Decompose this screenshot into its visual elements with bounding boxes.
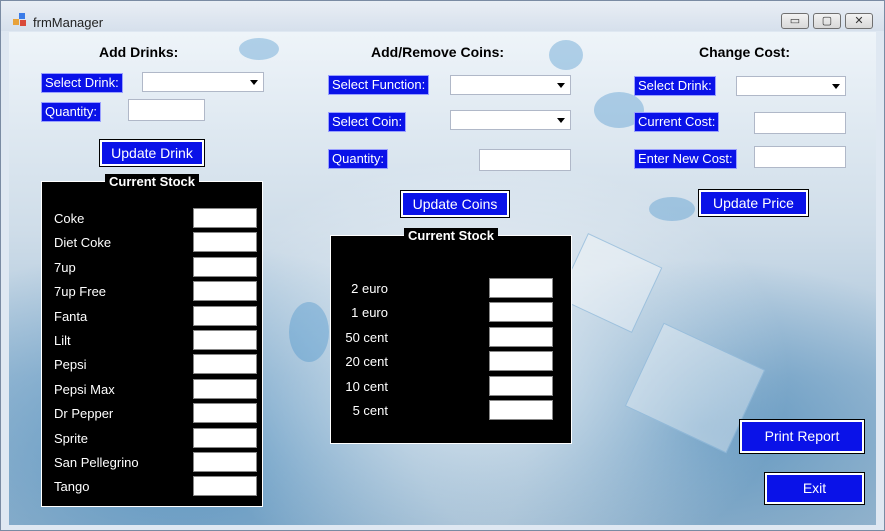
minimize-button[interactable]: ▭ (781, 13, 809, 29)
update-drink-button[interactable]: Update Drink (99, 139, 205, 167)
stock-quantity-field[interactable] (193, 232, 257, 253)
title-bar: frmManager ▭ ▢ ✕ (1, 1, 884, 31)
stock-item-label: San Pellegrino (54, 455, 139, 470)
stock-quantity-field[interactable] (193, 403, 257, 424)
add-drinks-heading: Add Drinks: (99, 44, 179, 60)
coin-quantity-input[interactable] (479, 149, 571, 171)
stock-item-label: 7up Free (54, 284, 107, 300)
stock-item-label: 10 cent (345, 378, 388, 394)
stock-item-label: Coke (54, 211, 85, 226)
stock-quantity-field[interactable] (489, 302, 553, 323)
stock-quantity-field[interactable] (489, 326, 553, 347)
stock-quantity-field[interactable] (193, 476, 257, 497)
stock-item-label: Sprite (54, 430, 88, 446)
drink-quantity-label: Quantity: (41, 102, 102, 122)
stock-item-label: Fanta (54, 308, 88, 324)
minimize-icon: ▭ (789, 15, 801, 27)
chevron-down-icon (557, 83, 565, 88)
stock-item-label: Lilt (54, 333, 71, 348)
update-price-button[interactable]: Update Price (698, 189, 809, 217)
bubble-decoration (289, 302, 329, 362)
window-title: frmManager (33, 15, 104, 30)
cost-select-drink-label: Select Drink: (634, 76, 716, 96)
print-report-button[interactable]: Print Report (739, 419, 865, 454)
stock-item-label: 20 cent (345, 354, 388, 370)
select-coin-label: Select Coin: (328, 112, 407, 132)
coin-quantity-label: Quantity: (328, 149, 389, 169)
stock-quantity-field[interactable] (193, 208, 257, 228)
stock-item-label: Pepsi Max (54, 381, 115, 397)
new-cost-label: Enter New Cost: (634, 149, 737, 169)
stock-quantity-field[interactable] (489, 400, 553, 420)
close-button[interactable]: ✕ (845, 13, 873, 29)
stock-quantity-field[interactable] (193, 330, 257, 350)
app-window: frmManager ▭ ▢ ✕ Add Drinks: Select Drin… (0, 0, 885, 531)
add-drink-select[interactable] (142, 72, 264, 92)
stock-item-label: Tango (54, 479, 90, 495)
stock-quantity-field[interactable] (193, 305, 257, 326)
select-function-label: Select Function: (328, 75, 430, 95)
stock-quantity-field[interactable] (193, 354, 257, 375)
close-icon: ✕ (854, 15, 864, 27)
stock-item-label: 5 cent (352, 403, 388, 418)
stock-item-label: Pepsi (54, 357, 87, 373)
coin-select[interactable] (450, 110, 571, 130)
cost-drink-select[interactable] (736, 76, 846, 96)
coin-stock-panel: Current Stock 2 euro 1 euro 50 cent 20 cent… (330, 228, 572, 444)
bubble-decoration (549, 40, 583, 70)
chevron-down-icon (250, 80, 258, 85)
coins-heading: Add/Remove Coins: (371, 44, 505, 60)
coin-stock-title: Current Stock (404, 228, 498, 243)
drink-stock-title: Current Stock (105, 174, 199, 189)
stock-quantity-field[interactable] (489, 351, 553, 372)
stock-item-label: Dr Pepper (54, 406, 114, 422)
app-icon (13, 13, 26, 26)
stock-item-label: 1 euro (351, 305, 388, 321)
form-client-area: Add Drinks: Select Drink: Quantity: Upda… (9, 32, 876, 525)
bubble-decoration (649, 197, 695, 221)
drink-stock-panel: Current Stock Coke Diet Coke 7up 7up Free Fa… (41, 174, 263, 507)
select-drink-label: Select Drink: (41, 73, 123, 93)
stock-quantity-field[interactable] (193, 452, 257, 472)
current-cost-field[interactable] (754, 112, 846, 134)
stock-quantity-field[interactable] (193, 281, 257, 302)
maximize-icon: ▢ (821, 15, 833, 27)
maximize-button[interactable]: ▢ (813, 13, 841, 29)
stock-item-label: 2 euro (351, 281, 388, 296)
change-cost-heading: Change Cost: (699, 44, 790, 60)
stock-quantity-field[interactable] (489, 375, 553, 396)
chevron-down-icon (557, 118, 565, 123)
coin-function-select[interactable] (450, 75, 571, 95)
stock-quantity-field[interactable] (193, 256, 257, 277)
stock-item-label: 7up (54, 259, 76, 275)
drink-quantity-input[interactable] (128, 99, 205, 121)
bubble-decoration (239, 38, 279, 60)
stock-quantity-field[interactable] (193, 427, 257, 448)
chevron-down-icon (832, 84, 840, 89)
stock-item-label: 50 cent (345, 329, 388, 345)
exit-button[interactable]: Exit (764, 472, 865, 505)
stock-item-label: Diet Coke (54, 235, 112, 251)
current-cost-label: Current Cost: (634, 112, 720, 132)
stock-quantity-field[interactable] (489, 278, 553, 298)
stock-quantity-field[interactable] (193, 378, 257, 399)
ice-cube-decoration (557, 233, 663, 333)
update-coins-button[interactable]: Update Coins (400, 190, 510, 218)
new-cost-input[interactable] (754, 146, 846, 168)
